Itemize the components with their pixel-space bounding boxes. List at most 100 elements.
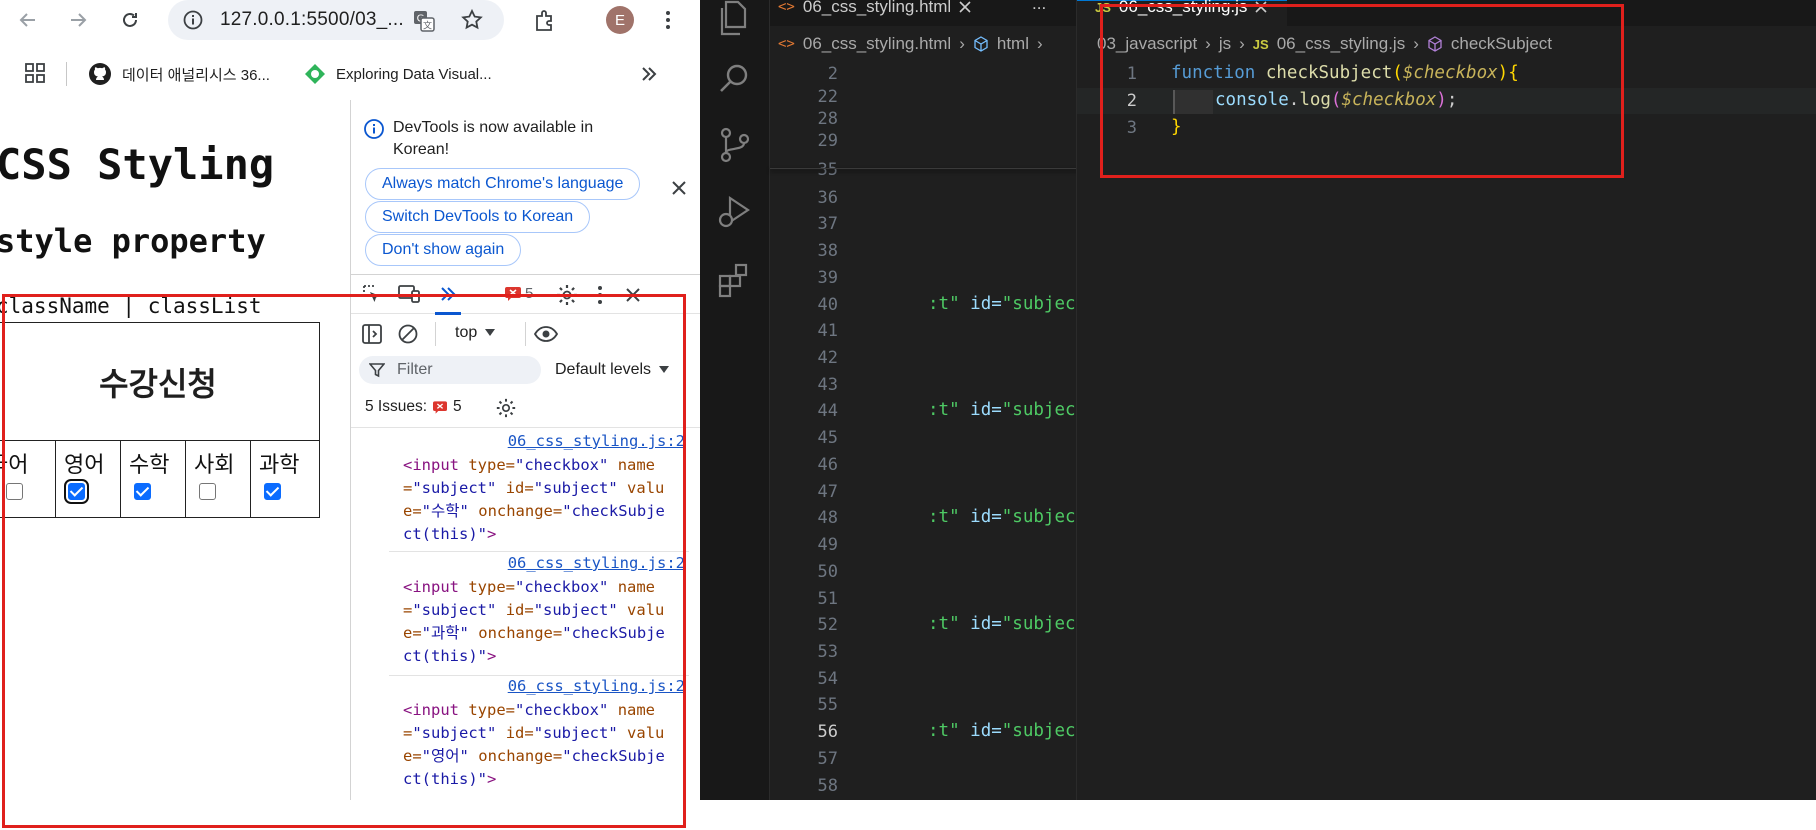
devtools-language-notice: DevTools is now available in Korean! Alw… (351, 100, 700, 274)
breadcrumb-item[interactable]: js (1219, 34, 1231, 54)
search-icon[interactable] (716, 60, 754, 98)
code-area-html[interactable]: :t" id="subject" :t" id="subject" :t" id="… (928, 0, 1098, 800)
subject-checkbox-english[interactable] (64, 479, 89, 504)
editor-group-html: <> 06_css_styling.html ... <> 06_css_sty… (770, 0, 1202, 800)
error-count: 5 (525, 285, 534, 302)
more-menu-icon[interactable] (656, 8, 680, 32)
log-source-link[interactable]: 06_css_styling.js:2 (508, 432, 685, 450)
svg-text:文: 文 (423, 20, 432, 32)
bookmark-item-exploring[interactable]: Exploring Data Visual... (304, 60, 492, 88)
bookmark-item-github[interactable]: 데이터 애널리시스 36... (88, 60, 270, 88)
subject-cell-science: 과학 (251, 441, 316, 517)
sidebar-toggle-icon[interactable] (361, 323, 383, 345)
issues-link[interactable]: 5 Issues: 5 (365, 398, 462, 416)
context-selector[interactable]: top (455, 324, 496, 342)
forward-button[interactable] (64, 6, 92, 34)
line-number: 43 (817, 375, 838, 395)
devtools-menu-icon[interactable] (595, 283, 605, 307)
close-notice-icon[interactable] (669, 178, 689, 198)
chrome-window: 127.0.0.1:5500/03_... G文 E 데이터 애널리시스 36.… (0, 0, 700, 800)
inspect-element-icon[interactable] (361, 283, 383, 305)
switch-korean-button[interactable]: Switch DevTools to Korean (365, 201, 591, 233)
line-number: 35 (817, 160, 838, 180)
clear-console-icon[interactable] (397, 323, 419, 345)
match-language-button[interactable]: Always match Chrome's language (365, 168, 641, 200)
issue-badge-icon (433, 400, 448, 414)
subject-cell-english: 영어 (56, 441, 121, 517)
breadcrumb-item[interactable]: checkSubject (1451, 34, 1552, 54)
editor-group-js: JS 06_css_styling.js 03_javascript › js … (1076, 0, 1816, 800)
chevron-down-icon (659, 366, 670, 373)
console-divider (435, 322, 436, 346)
log-levels-dropdown[interactable]: Default levels (555, 361, 670, 379)
line-number: 28 (817, 109, 838, 129)
run-debug-icon[interactable] (716, 192, 754, 230)
profile-avatar[interactable]: E (606, 6, 634, 34)
site-info-icon[interactable] (182, 9, 204, 31)
line-number: 36 (817, 188, 838, 208)
breadcrumb-item[interactable]: 03_javascript (1097, 34, 1197, 54)
log-source-link[interactable]: 06_css_styling.js:2 (508, 677, 685, 695)
reload-button[interactable] (116, 6, 144, 34)
code-fragment-line[interactable]: :t" id="subject" (928, 400, 1097, 420)
close-tab-icon[interactable] (1255, 1, 1267, 13)
close-devtools-icon[interactable] (623, 285, 643, 305)
code-line-1[interactable]: function checkSubject($checkbox){ (1171, 63, 1519, 83)
back-button[interactable] (14, 6, 42, 34)
tab-js-file[interactable]: JS 06_css_styling.js (1077, 0, 1287, 26)
log-element-code: <input type="checkbox" name="subject" id… (403, 456, 665, 543)
breadcrumb-item[interactable]: 06_css_styling.js (1277, 34, 1406, 54)
issues-bar: 5 Issues: 5 (351, 388, 700, 428)
extensions-icon[interactable] (532, 8, 558, 34)
forward-arrow-icon (71, 13, 87, 27)
source-control-icon[interactable] (716, 126, 754, 164)
more-tabs-icon[interactable] (437, 283, 459, 305)
subject-checkbox-society[interactable] (199, 483, 216, 500)
subject-cell-society: 사회 (186, 441, 251, 517)
chevron-right-icon: › (1239, 34, 1245, 53)
more-bookmarks-icon[interactable] (638, 64, 660, 84)
line-number: 42 (817, 348, 838, 368)
issues-settings-gear-icon[interactable] (495, 397, 517, 419)
filter-input[interactable]: Filter (359, 356, 541, 384)
page-heading-3: className | classList (0, 294, 262, 318)
log-source-link[interactable]: 06_css_styling.js:2 (508, 554, 685, 572)
line-number: 2 (1126, 91, 1137, 111)
chevron-right-icon: › (1205, 34, 1211, 53)
registration-title: 수강신청 (0, 323, 320, 441)
dont-show-again-button[interactable]: Don't show again (365, 234, 522, 266)
translate-icon[interactable]: G文 (412, 9, 436, 33)
apps-grid-icon[interactable] (24, 62, 46, 84)
code-fragment-line[interactable]: :t" id="subject" (928, 614, 1097, 634)
line-number: 38 (817, 241, 838, 261)
line-number: 58 (817, 776, 838, 796)
line-number: 49 (817, 535, 838, 555)
address-bar[interactable]: 127.0.0.1:5500/03_... G文 (168, 0, 504, 40)
live-expression-eye-icon[interactable] (533, 323, 559, 345)
line-number: 51 (817, 589, 838, 609)
bookmark-label: Exploring Data Visual... (336, 65, 492, 83)
breadcrumb-js: 03_javascript › js › JS 06_css_styling.j… (1097, 34, 1552, 54)
editor-tabbar: JS 06_css_styling.js (1077, 0, 1816, 26)
bookmark-star-icon[interactable] (460, 8, 484, 32)
subject-label: 수학 (129, 453, 170, 478)
code-fragment-line[interactable]: :t" id="subject" (928, 721, 1097, 741)
subject-checkbox-korean[interactable] (6, 483, 23, 500)
line-number: 40 (817, 295, 838, 315)
line-number: 55 (817, 695, 838, 715)
code-fragment-line[interactable]: :t" id="subject" (928, 507, 1097, 527)
subject-checkbox-math[interactable] (134, 483, 151, 500)
code-line-3[interactable]: } (1171, 117, 1182, 137)
github-icon (89, 63, 111, 85)
extensions-icon[interactable] (716, 262, 754, 300)
subject-checkbox-science[interactable] (264, 483, 281, 500)
console-toolbar: top (351, 314, 700, 352)
explorer-icon[interactable] (716, 0, 754, 38)
device-toolbar-icon[interactable] (397, 283, 421, 305)
console-log-entry: 06_css_styling.js:2 <input type="checkbo… (389, 677, 689, 799)
code-fragment-line[interactable]: :t" id="subject" (928, 294, 1097, 314)
code-line-2[interactable]: console.log($checkbox); (1215, 90, 1457, 110)
settings-gear-icon[interactable] (555, 283, 579, 307)
profile-initial: E (614, 11, 625, 29)
error-counter[interactable]: 5 (505, 285, 533, 302)
